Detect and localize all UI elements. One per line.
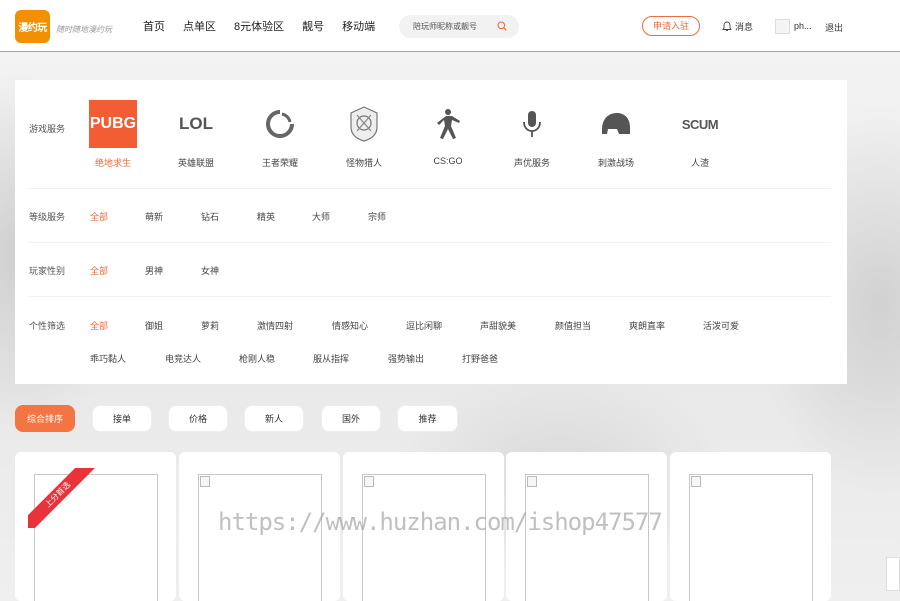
nav-mobile[interactable]: 移动端 <box>342 18 375 34</box>
game-service-label: 游戏服务 <box>29 124 66 134</box>
game-name: 人渣 <box>690 158 709 168</box>
personality-option[interactable]: 激情四射 <box>257 319 293 332</box>
side-float-widget[interactable] <box>886 557 900 591</box>
sort-tab-recommend[interactable]: 推荐 <box>397 405 458 432</box>
broken-image-icon <box>200 476 210 487</box>
broken-image-icon <box>364 476 374 487</box>
divider <box>29 188 831 189</box>
level-option[interactable]: 宗师 <box>368 210 386 223</box>
game-lol[interactable]: LOL 英雄联盟 <box>166 100 226 169</box>
game-name: CS:GO <box>433 156 463 166</box>
helmet-icon <box>592 100 640 148</box>
divider <box>29 242 831 243</box>
sort-tab-price[interactable]: 价格 <box>168 405 228 432</box>
game-battleground[interactable]: 刺激战场 <box>586 100 646 169</box>
personality-option[interactable]: 电竞达人 <box>165 352 201 365</box>
gender-label: 玩家性别 <box>29 266 66 276</box>
level-option[interactable]: 钻石 <box>201 210 219 223</box>
personality-label: 个性筛选 <box>29 321 66 331</box>
search-icon[interactable] <box>497 21 507 31</box>
sort-tab-comprehensive[interactable]: 综合排序 <box>15 405 75 432</box>
filter-panel: 游戏服务 PUBG 绝地求生 LOL 英雄联盟 王者荣耀 怪物猎人 CS:GO … <box>15 80 847 384</box>
personality-option[interactable]: 萝莉 <box>201 319 219 332</box>
personality-option[interactable]: 爽朗直率 <box>629 319 665 332</box>
personality-option[interactable]: 强势输出 <box>388 352 424 365</box>
gender-option[interactable]: 男神 <box>145 264 163 277</box>
sort-tab-new[interactable]: 新人 <box>244 405 304 432</box>
lol-icon: LOL <box>179 114 213 133</box>
game-name: 怪物猎人 <box>345 158 382 168</box>
level-service-label: 等级服务 <box>29 212 66 222</box>
pubg-icon: PUBG <box>89 100 137 148</box>
game-pubg[interactable]: PUBG 绝地求生 <box>83 100 143 169</box>
microphone-icon <box>508 100 556 148</box>
level-option[interactable]: 萌新 <box>145 210 163 223</box>
personality-option[interactable]: 乖巧黏人 <box>90 352 126 365</box>
game-honor-of-kings[interactable]: 王者荣耀 <box>250 100 310 169</box>
nav-home[interactable]: 首页 <box>143 18 165 34</box>
csgo-icon <box>424 100 472 148</box>
personality-option[interactable]: 情感知心 <box>332 319 368 332</box>
player-image[interactable] <box>525 474 649 601</box>
personality-option[interactable]: 枪刚人稳 <box>239 352 275 365</box>
player-card[interactable]: 上分首选 <box>15 452 176 601</box>
level-option-all[interactable]: 全部 <box>90 210 108 223</box>
level-option[interactable]: 精英 <box>257 210 275 223</box>
messages-label: 消息 <box>735 22 754 32</box>
watermark-text: https://www.huzhan.com/ishop47577 <box>218 508 663 536</box>
site-slogan: 随时随地漫约玩 <box>56 25 112 34</box>
personality-option[interactable]: 活泼可爱 <box>703 319 739 332</box>
game-name: 绝地求生 <box>94 158 131 168</box>
player-image[interactable] <box>689 474 813 601</box>
player-image[interactable] <box>362 474 486 601</box>
personality-option[interactable]: 声甜貌美 <box>480 319 516 332</box>
personality-option[interactable]: 服从指挥 <box>313 352 349 365</box>
avatar[interactable] <box>775 19 790 34</box>
player-card[interactable] <box>670 452 831 601</box>
level-option[interactable]: 大师 <box>312 210 330 223</box>
monster-hunter-icon <box>340 100 388 148</box>
top-header: 漫约玩 随时随地漫约玩 首页 点单区 8元体验区 靓号 移动端 申请入驻 消息 … <box>0 0 900 52</box>
divider <box>29 296 831 297</box>
personality-option[interactable]: 颜值担当 <box>555 319 591 332</box>
username[interactable]: ph... <box>794 21 812 31</box>
game-scum[interactable]: SCUM 人渣 <box>670 100 730 169</box>
messages-link[interactable]: 消息 <box>722 20 753 33</box>
broken-image-icon <box>527 476 537 487</box>
game-name: 声优服务 <box>513 158 550 168</box>
ribbon-text: 上分首选 <box>28 468 97 528</box>
gender-option-all[interactable]: 全部 <box>90 264 108 277</box>
apply-join-button[interactable]: 申请入驻 <box>642 16 700 36</box>
recommend-ribbon: 上分首选 <box>28 468 98 528</box>
main-nav: 首页 点单区 8元体验区 靓号 移动端 <box>143 18 393 34</box>
honor-of-kings-icon <box>256 100 304 148</box>
logout-link[interactable]: 退出 <box>825 21 843 34</box>
search-box <box>399 15 519 38</box>
sort-tab-orders[interactable]: 接单 <box>92 405 152 432</box>
game-voice-service[interactable]: 声优服务 <box>502 100 562 169</box>
game-monster-hunter[interactable]: 怪物猎人 <box>334 100 394 169</box>
game-name: 王者荣耀 <box>261 158 298 168</box>
personality-option[interactable]: 御姐 <box>145 319 163 332</box>
site-logo[interactable]: 漫约玩 <box>15 10 50 43</box>
game-name: 英雄联盟 <box>177 158 214 168</box>
player-image[interactable] <box>198 474 322 601</box>
sort-tab-abroad[interactable]: 国外 <box>321 405 381 432</box>
broken-image-icon <box>691 476 701 487</box>
search-input[interactable] <box>413 19 493 34</box>
game-csgo[interactable]: CS:GO <box>418 100 478 166</box>
gender-option[interactable]: 女神 <box>201 264 219 277</box>
nav-trial-zone[interactable]: 8元体验区 <box>234 18 284 34</box>
logo-text: 漫约玩 <box>18 23 47 34</box>
personality-option-all[interactable]: 全部 <box>90 319 108 332</box>
personality-option[interactable]: 逗比闲聊 <box>406 319 442 332</box>
game-name: 刺激战场 <box>597 158 634 168</box>
bell-icon <box>722 21 732 31</box>
nav-order-zone[interactable]: 点单区 <box>183 18 216 34</box>
personality-option[interactable]: 打野爸爸 <box>462 352 498 365</box>
nav-pretty-number[interactable]: 靓号 <box>302 18 324 34</box>
scum-icon: SCUM <box>681 116 719 132</box>
